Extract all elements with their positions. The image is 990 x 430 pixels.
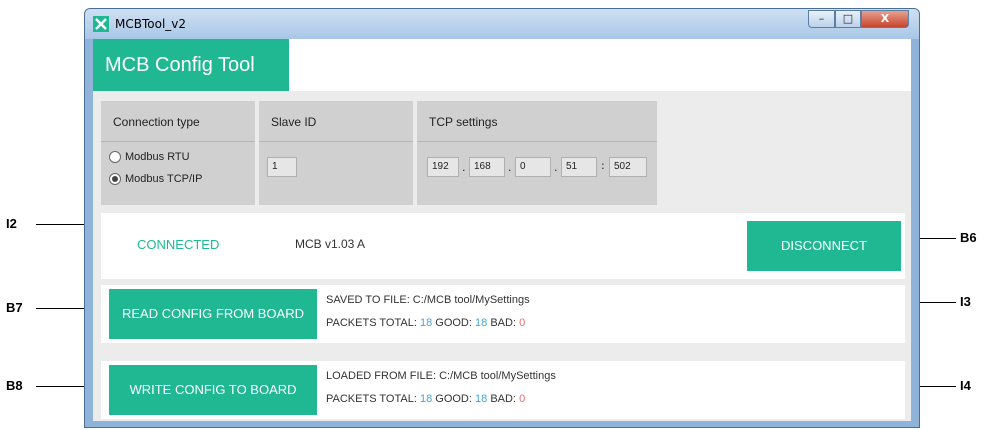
callout-i3: I3 xyxy=(960,294,971,309)
port-colon: : xyxy=(601,159,605,172)
read-config-row: READ CONFIG FROM BOARD SAVED TO FILE: C:… xyxy=(101,285,905,343)
packets-bad-label: BAD: xyxy=(490,393,516,405)
read-packets-stats: PACKETS TOTAL: 18 GOOD: 18 BAD: 0 xyxy=(326,317,525,329)
app-logo-icon xyxy=(93,16,109,32)
radio-modbus-rtu[interactable]: Modbus RTU xyxy=(109,151,190,164)
write-config-button[interactable]: WRITE CONFIG TO BOARD xyxy=(109,365,317,415)
divider xyxy=(417,141,657,142)
packets-total-value: 18 xyxy=(419,393,433,405)
connection-type-panel: Connection type Modbus RTU Modbus TCP/IP xyxy=(101,101,255,205)
connection-status-text: CONNECTED xyxy=(137,237,220,252)
ip-octet-1-input[interactable]: 192 xyxy=(427,157,459,177)
write-config-row: WRITE CONFIG TO BOARD LOADED FROM FILE: … xyxy=(101,361,905,419)
title-bar[interactable]: MCBTool_v2 – □ X xyxy=(85,9,919,39)
ip-octet-2-input[interactable]: 168 xyxy=(469,157,505,177)
client-area: MCB Config Tool Connection type Modbus R… xyxy=(93,39,911,421)
radio-modbus-tcp[interactable]: Modbus TCP/IP xyxy=(109,173,203,186)
app-header: MCB Config Tool xyxy=(93,39,911,91)
packets-bad-value: 0 xyxy=(519,393,526,405)
tcp-settings-label: TCP settings xyxy=(429,115,498,129)
ip-octet-3-input[interactable]: 0 xyxy=(515,157,551,177)
callout-i4: I4 xyxy=(960,378,971,393)
packets-total-label: PACKETS TOTAL: xyxy=(326,393,417,405)
saved-file-label: SAVED TO FILE: C:/MCB tool/MySettings xyxy=(326,294,530,306)
write-packets-stats: PACKETS TOTAL: 18 GOOD: 18 BAD: 0 xyxy=(326,393,525,405)
ip-dot: . xyxy=(508,161,512,174)
ip-dot: . xyxy=(462,161,466,174)
packets-good-label: GOOD: xyxy=(435,393,472,405)
packets-total-label: PACKETS TOTAL: xyxy=(326,317,417,329)
connection-type-label: Connection type xyxy=(113,115,200,129)
packets-good-label: GOOD: xyxy=(435,317,472,329)
callout-b8: B8 xyxy=(6,378,23,393)
slave-id-label: Slave ID xyxy=(271,115,317,129)
callout-i2: I2 xyxy=(6,216,17,231)
slave-id-input[interactable]: 1 xyxy=(267,157,297,177)
loaded-file-label: LOADED FROM FILE: C:/MCB tool/MySettings xyxy=(326,370,556,382)
read-config-button[interactable]: READ CONFIG FROM BOARD xyxy=(109,289,317,339)
firmware-version: MCB v1.03 A xyxy=(295,237,366,251)
close-button[interactable]: X xyxy=(861,10,909,28)
radio-label: Modbus TCP/IP xyxy=(125,173,203,185)
radio-label: Modbus RTU xyxy=(125,151,190,163)
disconnect-button[interactable]: DISCONNECT xyxy=(747,221,901,271)
tcp-port-input[interactable]: 502 xyxy=(609,157,647,177)
divider xyxy=(101,141,255,142)
app-title: MCB Config Tool xyxy=(93,39,289,91)
window-title: MCBTool_v2 xyxy=(115,17,187,31)
callout-b7: B7 xyxy=(6,300,23,315)
maximize-button[interactable]: □ xyxy=(835,10,861,28)
ip-octet-4-input[interactable]: 51 xyxy=(561,157,597,177)
packets-bad-value: 0 xyxy=(519,317,526,329)
minimize-button[interactable]: – xyxy=(808,10,835,28)
connection-status-row: CONNECTED MCB v1.03 A DISCONNECT xyxy=(101,213,905,279)
app-window: MCBTool_v2 – □ X MCB Config Tool Connect… xyxy=(84,8,920,428)
tcp-settings-panel: TCP settings 192 . 168 . 0 . 51 : 502 xyxy=(417,101,657,205)
radio-checked-icon[interactable] xyxy=(109,173,121,186)
radio-unchecked-icon[interactable] xyxy=(109,151,121,164)
slave-id-panel: Slave ID 1 xyxy=(259,101,413,205)
packets-bad-label: BAD: xyxy=(490,317,516,329)
packets-total-value: 18 xyxy=(419,317,433,329)
divider xyxy=(259,141,413,142)
callout-b6: B6 xyxy=(960,230,977,245)
packets-good-value: 18 xyxy=(475,393,488,405)
ip-dot: . xyxy=(554,161,558,174)
packets-good-value: 18 xyxy=(475,317,488,329)
